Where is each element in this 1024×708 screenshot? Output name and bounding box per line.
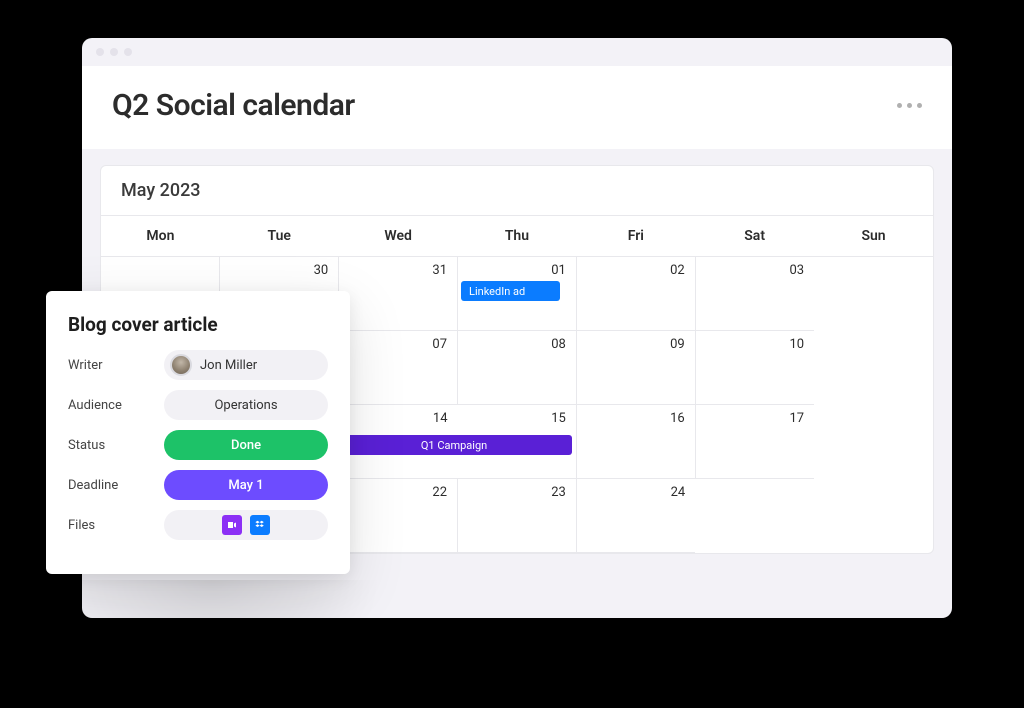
day-cell[interactable]: 23 [458, 479, 577, 553]
day-number: 15 [458, 405, 576, 426]
day-number: 31 [339, 257, 457, 278]
field-files: Files [68, 510, 328, 540]
day-number: 14 [339, 405, 457, 426]
day-number: 17 [696, 405, 814, 426]
field-value-audience[interactable]: Operations [164, 390, 328, 420]
day-cell[interactable]: 1415 Q1 Campaign [339, 405, 577, 479]
app-header: Q2 Social calendar [82, 66, 952, 149]
page-title: Q2 Social calendar [112, 88, 355, 123]
day-number: 10 [696, 331, 814, 352]
avatar [170, 354, 192, 376]
field-label: Files [68, 518, 164, 533]
day-header-sat: Sat [695, 216, 814, 257]
field-value-status[interactable]: Done [164, 430, 328, 460]
field-writer: Writer Jon Miller [68, 350, 328, 380]
field-status: Status Done [68, 430, 328, 460]
field-label: Audience [68, 398, 164, 413]
video-icon[interactable] [222, 515, 242, 535]
popup-title: Blog cover article [68, 313, 328, 336]
day-header-wed: Wed [339, 216, 458, 257]
more-options-button[interactable] [897, 103, 922, 108]
day-cell[interactable]: 22 [339, 479, 458, 553]
day-number: 08 [458, 331, 576, 352]
field-label: Writer [68, 358, 164, 373]
field-label: Deadline [68, 478, 164, 493]
day-number: 02 [577, 257, 695, 278]
window-dot [124, 48, 132, 56]
day-number: 16 [577, 405, 695, 426]
day-header-tue: Tue [220, 216, 339, 257]
field-deadline: Deadline May 1 [68, 470, 328, 500]
window-dot [96, 48, 104, 56]
browser-chrome [82, 38, 952, 66]
day-number: 01 [458, 257, 576, 278]
day-cell[interactable]: 03 [695, 257, 814, 331]
day-cell[interactable]: 17 [695, 405, 814, 479]
day-cell[interactable]: 24 [576, 479, 695, 553]
day-number [101, 257, 219, 263]
day-cell[interactable]: 31 [339, 257, 458, 331]
day-number: 09 [577, 331, 695, 352]
day-number: 24 [577, 479, 695, 500]
writer-name: Jon Miller [200, 358, 257, 373]
day-cell[interactable]: 09 [576, 331, 695, 405]
day-number: 23 [458, 479, 576, 500]
dropbox-icon[interactable] [250, 515, 270, 535]
event-detail-popup: Blog cover article Writer Jon Miller Aud… [46, 291, 350, 574]
day-number: 30 [220, 257, 338, 278]
day-cell[interactable]: 01 LinkedIn ad [458, 257, 577, 331]
day-cell[interactable]: 16 [576, 405, 695, 479]
calendar-month-label: May 2023 [101, 166, 933, 216]
day-cell[interactable]: 08 [458, 331, 577, 405]
field-value-files[interactable] [164, 510, 328, 540]
day-number: 03 [696, 257, 814, 278]
day-header-fri: Fri [576, 216, 695, 257]
field-audience: Audience Operations [68, 390, 328, 420]
day-header-sun: Sun [814, 216, 933, 257]
day-header-thu: Thu [458, 216, 577, 257]
day-header-mon: Mon [101, 216, 220, 257]
window-dot [110, 48, 118, 56]
day-cell[interactable]: 02 [576, 257, 695, 331]
field-label: Status [68, 438, 164, 453]
field-value-writer[interactable]: Jon Miller [164, 350, 328, 380]
event-linkedin-ad[interactable]: LinkedIn ad [461, 281, 560, 301]
field-value-deadline[interactable]: May 1 [164, 470, 328, 500]
day-cell[interactable]: 07 [339, 331, 458, 405]
day-number: 22 [339, 479, 457, 500]
day-number: 07 [339, 331, 457, 352]
day-cell[interactable]: 10 [695, 331, 814, 405]
event-q1-campaign[interactable]: Q1 Campaign [336, 435, 572, 455]
